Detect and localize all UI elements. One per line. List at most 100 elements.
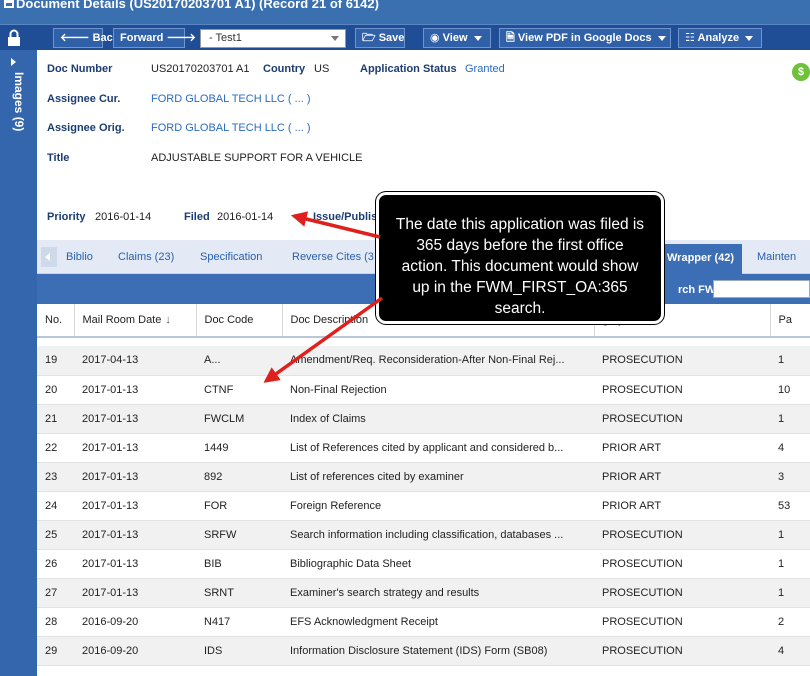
column-header-pages[interactable]: Pa xyxy=(770,304,810,338)
cell-doc-code: FOR xyxy=(196,491,282,521)
application-status-label: Application Status xyxy=(360,63,457,75)
application-status-value[interactable]: Granted xyxy=(465,63,505,75)
cell-category: PROSECUTION xyxy=(594,404,770,434)
title-label: Title xyxy=(47,152,70,164)
column-header-doc-code[interactable]: Doc Code xyxy=(196,304,283,338)
table-row[interactable]: 21 2017-01-13 FWCLM Index of Claims PROSECUT… xyxy=(37,404,810,434)
cell-category: PRIOR ART xyxy=(594,433,770,463)
images-label: Images (9) xyxy=(12,72,26,132)
cell-category: PROSECUTION xyxy=(594,636,770,666)
chevron-left-icon xyxy=(45,253,50,261)
cell-doc-description: Non-Final Rejection xyxy=(282,375,594,405)
table-row[interactable]: 22 2017-01-13 1449 List of References cited… xyxy=(37,433,810,463)
table-row[interactable]: 28 2016-09-20 N417 EFS Acknowledgment Recei… xyxy=(37,607,810,637)
analyze-button[interactable]: ☷ Analyze xyxy=(678,28,762,48)
file-wrapper-table: No. Mail Room Date ↓ Doc Code Doc Descrip… xyxy=(37,304,810,666)
expand-icon[interactable] xyxy=(11,58,16,66)
cell-pages: 53 xyxy=(770,491,810,521)
cell-doc-code: BIB xyxy=(196,549,282,579)
tab-scroll-left-button[interactable] xyxy=(41,247,57,267)
table-row[interactable]: 19 2017-04-13 A... Amendment/Req. Reconside… xyxy=(37,346,810,376)
tab-reverse-cites[interactable]: Reverse Cites (3 xyxy=(292,251,374,263)
cell-row-number: 28 xyxy=(37,607,74,637)
issue-publish-label: Issue/Publish xyxy=(313,211,384,223)
table-spacer-row xyxy=(37,337,810,346)
table-row[interactable]: 29 2016-09-20 IDS Information Disclosure St… xyxy=(37,636,810,666)
view-pdf-button[interactable]: 🗎 View PDF in Google Docs xyxy=(499,28,671,48)
cell-doc-description: EFS Acknowledgment Receipt xyxy=(282,607,594,637)
chevron-down-icon xyxy=(331,36,339,41)
lock-icon[interactable] xyxy=(6,29,22,47)
cell-pages: 2 xyxy=(770,607,810,637)
cell-category: PROSECUTION xyxy=(594,375,770,405)
forward-button[interactable]: Forward 🡒 xyxy=(113,28,196,48)
toolbar: 🡐 Back Forward 🡒 - Test1 🗁 Save ◉ View 🗎… xyxy=(0,24,810,50)
window-title-bar: Document Details (US20170203701 A1) (Rec… xyxy=(0,0,810,24)
table-row[interactable]: 26 2017-01-13 BIB Bibliographic Data Sheet P… xyxy=(37,549,810,579)
cell-row-number: 23 xyxy=(37,462,74,492)
sort-arrow-icon: ↓ xyxy=(165,314,171,326)
cell-doc-description: Search information including classificat… xyxy=(282,520,594,550)
assignee-cur-link[interactable]: FORD GLOBAL TECH LLC ( ... ) xyxy=(151,93,311,105)
caret-down-icon xyxy=(745,35,754,41)
tab-claims[interactable]: Claims (23) xyxy=(118,251,174,263)
images-side-panel[interactable]: Images (9) xyxy=(0,50,37,676)
cell-row-number: 29 xyxy=(37,636,74,666)
column-header-mail-room-date[interactable]: Mail Room Date ↓ xyxy=(74,304,197,338)
country-label: Country xyxy=(263,63,306,75)
cell-mail-room-date: 2017-01-13 xyxy=(74,578,196,608)
cell-mail-room-date: 2017-04-13 xyxy=(74,346,196,376)
cell-doc-code: A... xyxy=(196,346,282,376)
cell-pages: 10 xyxy=(770,375,810,405)
cell-mail-room-date: 2016-09-20 xyxy=(74,636,196,666)
list-select[interactable]: - Test1 xyxy=(200,29,346,48)
cell-doc-description: Examiner's search strategy and results xyxy=(282,578,594,608)
cell-category: PROSECUTION xyxy=(594,578,770,608)
view-button[interactable]: ◉ View xyxy=(423,28,491,48)
cell-doc-code: SRFW xyxy=(196,520,282,550)
save-button[interactable]: 🗁 Save xyxy=(355,28,405,48)
table-row[interactable]: 27 2017-01-13 SRNT Examiner's search strate… xyxy=(37,578,810,608)
cell-doc-code: IDS xyxy=(196,636,282,666)
country-value: US xyxy=(314,63,330,75)
title-value: ADJUSTABLE SUPPORT FOR A VEHICLE xyxy=(151,152,363,164)
window-icon xyxy=(4,0,14,8)
tab-wrapper[interactable]: Wrapper (42) xyxy=(659,244,743,274)
assignee-orig-link[interactable]: FORD GLOBAL TECH LLC ( ... ) xyxy=(151,122,311,134)
search-fw-input[interactable] xyxy=(713,280,810,298)
cell-row-number: 20 xyxy=(37,375,74,405)
cell-doc-description: List of references cited by examiner xyxy=(282,462,594,492)
cell-category: PRIOR ART xyxy=(594,462,770,492)
table-row[interactable]: 23 2017-01-13 892 List of references cited … xyxy=(37,462,810,492)
assignee-cur-label: Assignee Cur. xyxy=(47,93,121,105)
cell-row-number: 25 xyxy=(37,520,74,550)
cell-row-number: 21 xyxy=(37,404,74,434)
cell-doc-code: N417 xyxy=(196,607,282,637)
status-check-icon[interactable]: $ xyxy=(792,63,810,81)
cell-category: PROSECUTION xyxy=(594,607,770,637)
cell-mail-room-date: 2017-01-13 xyxy=(74,491,196,521)
cell-doc-code: SRNT xyxy=(196,578,282,608)
table-row[interactable]: 20 2017-01-13 CTNF Non-Final Rejection PROSE… xyxy=(37,375,810,405)
table-row[interactable]: 24 2017-01-13 FOR Foreign Reference PRIOR AR… xyxy=(37,491,810,521)
cell-doc-code: CTNF xyxy=(196,375,282,405)
doc-number-label: Doc Number xyxy=(47,63,113,75)
tab-biblio[interactable]: Biblio xyxy=(66,251,93,263)
tab-maintenance[interactable]: Mainten xyxy=(757,251,796,263)
assignee-orig-label: Assignee Orig. xyxy=(47,122,125,134)
cell-mail-room-date: 2017-01-13 xyxy=(74,520,196,550)
back-button[interactable]: 🡐 Back xyxy=(53,28,119,48)
cell-row-number: 22 xyxy=(37,433,74,463)
column-header-no[interactable]: No. xyxy=(37,304,75,338)
cell-mail-room-date: 2016-09-20 xyxy=(74,607,196,637)
table-row[interactable]: 25 2017-01-13 SRFW Search information inclu… xyxy=(37,520,810,550)
cell-mail-room-date: 2017-01-13 xyxy=(74,462,196,492)
cell-pages: 4 xyxy=(770,636,810,666)
cell-doc-code: FWCLM xyxy=(196,404,282,434)
tab-specification[interactable]: Specification xyxy=(200,251,262,263)
cell-mail-room-date: 2017-01-13 xyxy=(74,549,196,579)
pdf-icon: 🗎 xyxy=(506,32,515,44)
cell-pages: 1 xyxy=(770,520,810,550)
cell-pages: 1 xyxy=(770,578,810,608)
cell-doc-code: 1449 xyxy=(196,433,282,463)
